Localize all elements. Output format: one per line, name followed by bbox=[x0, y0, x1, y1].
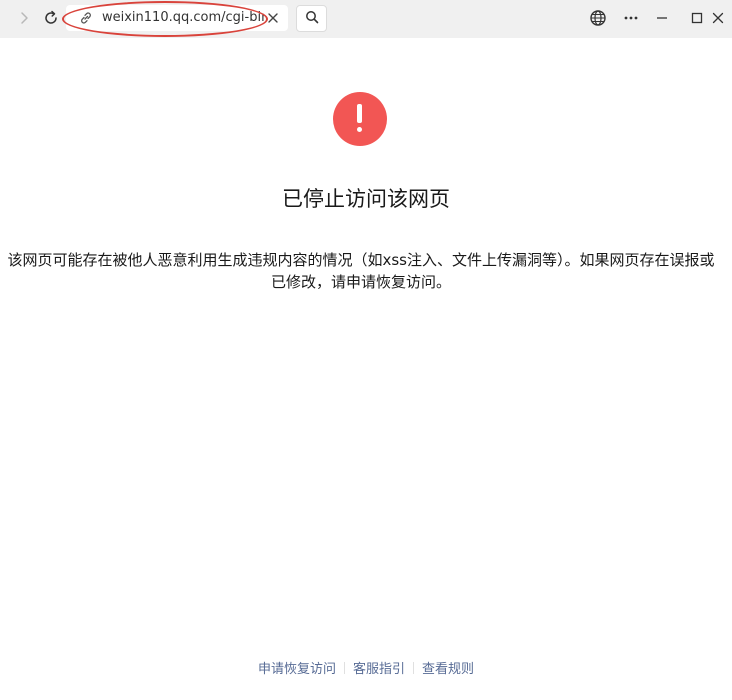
search-icon bbox=[305, 9, 319, 28]
more-icon bbox=[623, 10, 639, 26]
refresh-icon bbox=[43, 10, 59, 26]
refresh-button[interactable] bbox=[37, 4, 65, 32]
footer-divider bbox=[343, 662, 345, 674]
customer-service-link[interactable]: 客服指引 bbox=[353, 662, 405, 677]
forward-icon bbox=[17, 11, 31, 25]
minimize-button[interactable] bbox=[648, 4, 676, 32]
close-icon[interactable] bbox=[264, 9, 282, 27]
minimize-icon bbox=[656, 12, 668, 24]
browser-toolbar: weixin110.qq.com/cgi-bin/i bbox=[0, 0, 732, 38]
globe-icon bbox=[589, 9, 607, 27]
link-icon bbox=[78, 10, 94, 26]
request-restore-link[interactable]: 申请恢复访问 bbox=[258, 662, 336, 677]
globe-button[interactable] bbox=[584, 4, 612, 32]
address-bar[interactable]: weixin110.qq.com/cgi-bin/i bbox=[66, 5, 288, 31]
more-button[interactable] bbox=[617, 4, 645, 32]
maximize-icon bbox=[691, 12, 703, 24]
view-rules-link[interactable]: 查看规则 bbox=[422, 662, 474, 677]
page-title: 已停止访问该网页 bbox=[282, 187, 450, 211]
window-close-icon bbox=[712, 12, 724, 24]
footer-links: 申请恢复访问 客服指引 查看规则 bbox=[0, 660, 732, 680]
address-url[interactable]: weixin110.qq.com/cgi-bin/i bbox=[102, 10, 264, 26]
search-button[interactable] bbox=[296, 5, 327, 32]
forward-button[interactable] bbox=[10, 4, 38, 32]
footer-divider bbox=[413, 662, 414, 674]
warning-icon bbox=[333, 92, 387, 146]
page-description: 该网页可能存在被他人恶意利用生成违规内容的情况（如xss注入、文件上传漏洞等）。… bbox=[7, 251, 715, 291]
window-close-button[interactable] bbox=[704, 4, 732, 32]
